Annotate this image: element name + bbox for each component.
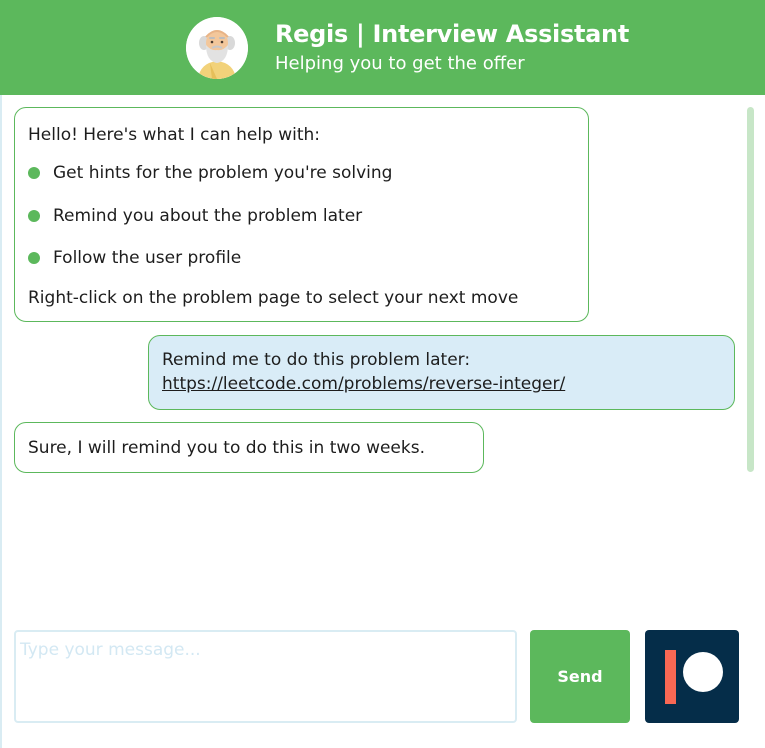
chat-area: Hello! Here's what I can help with: Get …: [0, 95, 765, 615]
bullet-icon: [28, 167, 40, 179]
user-message-text: Remind me to do this problem later:: [162, 350, 471, 370]
list-item-label: Follow the user profile: [53, 248, 242, 268]
bot-intro-hint: Right-click on the problem page to selec…: [28, 288, 519, 308]
list-item-label: Get hints for the problem you're solving: [53, 163, 393, 183]
message-composer: Send: [0, 615, 765, 748]
bot-intro-text: Hello! Here's what I can help with:: [28, 125, 321, 145]
send-button[interactable]: Send: [530, 630, 630, 723]
bot-intro-message: Hello! Here's what I can help with: Get …: [14, 107, 589, 322]
header-title: Regis | Interview Assistant: [275, 20, 629, 48]
patreon-button[interactable]: [645, 630, 739, 723]
chat-scrollbar[interactable]: [747, 107, 754, 472]
problem-link[interactable]: https://leetcode.com/problems/reverse-in…: [162, 374, 565, 394]
bot-reply-message: Sure, I will remind you to do this in tw…: [14, 422, 484, 473]
user-message: Remind me to do this problem later: http…: [148, 335, 735, 410]
header-subtitle: Helping you to get the offer: [275, 53, 525, 74]
chat-header: Regis | Interview Assistant Helping you …: [0, 0, 765, 95]
list-item-label: Remind you about the problem later: [53, 206, 363, 226]
patreon-circle-icon: [683, 652, 723, 692]
bullet-icon: [28, 210, 40, 222]
message-input[interactable]: [14, 630, 517, 723]
old-man-avatar-icon: [186, 17, 248, 79]
bullet-icon: [28, 252, 40, 264]
patreon-icon: [665, 650, 676, 704]
